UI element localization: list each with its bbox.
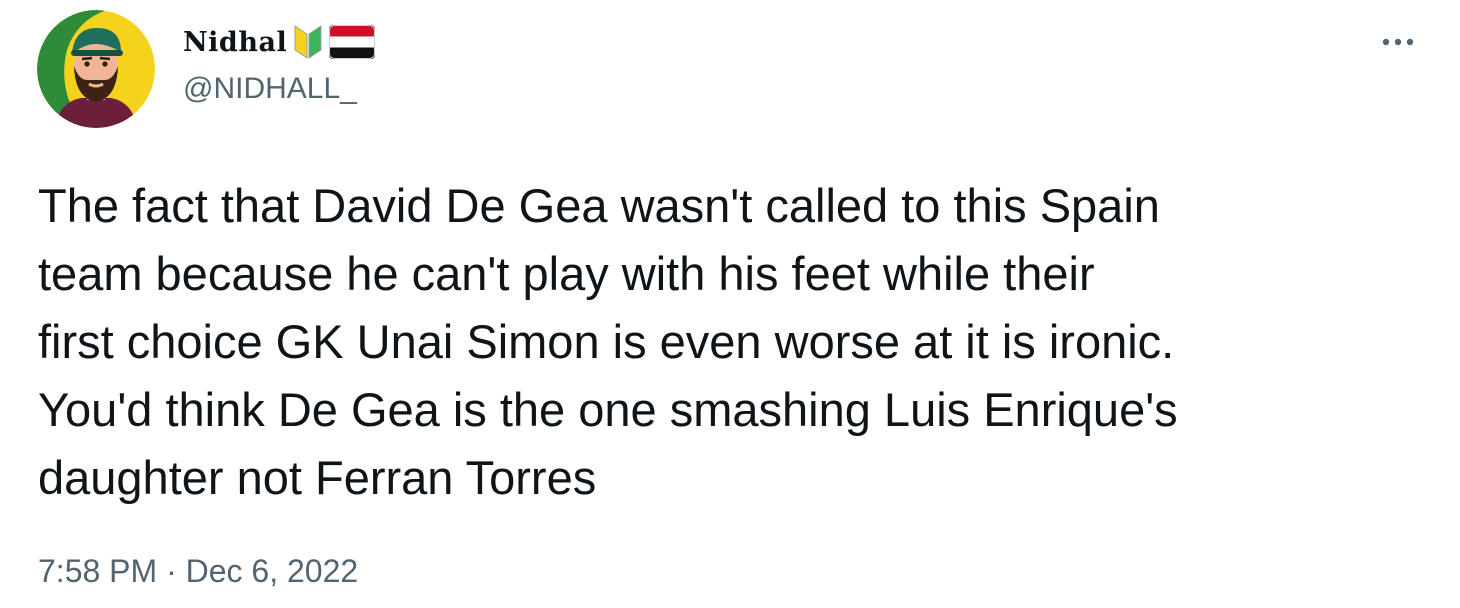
tweet-text-line: team because he can't play with his feet…	[38, 247, 1095, 300]
more-options-icon	[1382, 38, 1414, 46]
display-name-text: Nidhal	[183, 26, 288, 58]
more-options-button[interactable]	[1374, 26, 1422, 58]
timestamp-separator: ·	[157, 553, 186, 589]
author-display-name[interactable]: Nidhal	[183, 22, 376, 62]
yemen-flag-icon	[329, 25, 376, 59]
tweet-date: Dec 6, 2022	[185, 553, 359, 589]
tweet-time: 7:58 PM	[38, 553, 158, 589]
tweet-text-line: daughter not Ferran Torres	[38, 451, 597, 504]
cartoon-avatar-icon	[37, 10, 155, 128]
tweet-timestamp[interactable]: 7:58 PM · Dec 6, 2022	[38, 553, 358, 590]
tweet-text-line: You'd think De Gea is the one smashing L…	[38, 383, 1178, 436]
beginner-badge-icon	[293, 24, 323, 60]
author-handle[interactable]: @NIDHALL_	[183, 72, 357, 106]
author-avatar[interactable]	[37, 10, 155, 128]
tweet-text: The fact that David De Gea wasn't called…	[38, 172, 1418, 512]
tweet-text-line: first choice GK Unai Simon is even worse…	[38, 315, 1175, 368]
tweet-text-line: The fact that David De Gea wasn't called…	[38, 179, 1160, 232]
